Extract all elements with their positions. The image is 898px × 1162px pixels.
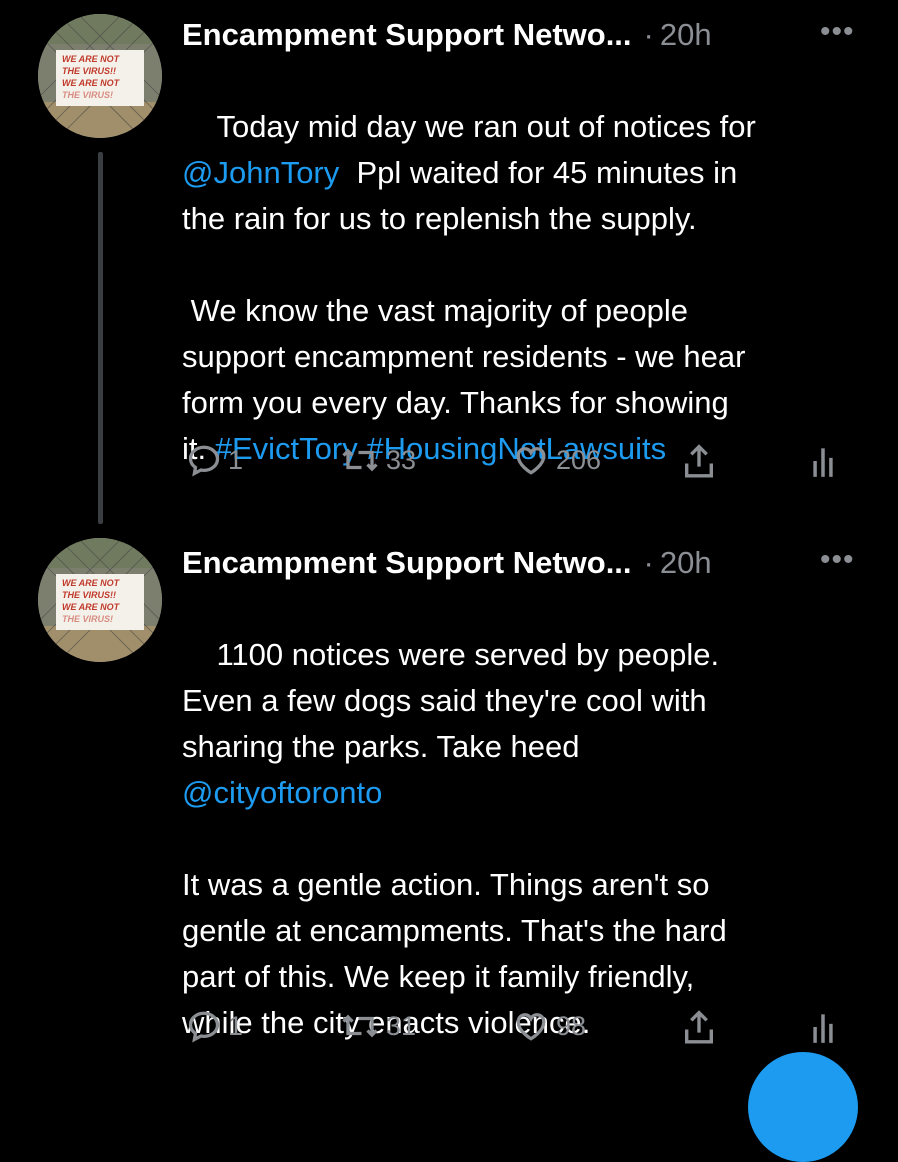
svg-text:WE ARE NOT: WE ARE NOT xyxy=(62,54,121,64)
like-icon xyxy=(516,1013,546,1041)
share-icon xyxy=(685,444,713,478)
text-segment: 1100 notices were served by people. Even… xyxy=(182,637,720,764)
svg-text:THE VIRUS!!: THE VIRUS!! xyxy=(62,590,116,600)
mention-link[interactable]: @JohnTory xyxy=(182,155,339,190)
share-button[interactable] xyxy=(680,442,718,482)
reply-icon xyxy=(188,1011,220,1043)
svg-text:THE VIRUS!: THE VIRUS! xyxy=(62,614,113,624)
retweet-button[interactable]: 33 xyxy=(340,442,416,478)
reply-button[interactable]: 1 xyxy=(186,442,243,478)
compose-tweet-button[interactable] xyxy=(748,1052,858,1162)
like-button[interactable]: 98 xyxy=(512,1008,586,1044)
analytics-button[interactable] xyxy=(808,442,838,480)
reply-count: 1 xyxy=(228,1010,244,1041)
avatar-image: WE ARE NOT THE VIRUS!! WE ARE NOT THE VI… xyxy=(38,538,162,662)
retweet-count: 33 xyxy=(386,444,417,475)
retweet-button[interactable]: 31 xyxy=(340,1008,416,1044)
share-button[interactable] xyxy=(680,1008,718,1048)
reply-count: 1 xyxy=(228,444,244,475)
avatar[interactable]: WE ARE NOT THE VIRUS!! WE ARE NOT THE VI… xyxy=(38,14,162,138)
retweet-count: 31 xyxy=(386,1010,417,1041)
like-count: 206 xyxy=(556,444,602,475)
tweet-actions: 1 31 98 xyxy=(0,1008,898,1052)
more-icon[interactable]: ••• xyxy=(820,17,855,47)
tweet-header: Encampment Support Netwo... · 20h xyxy=(182,16,712,54)
text-segment: Today mid day we ran out of notices for xyxy=(216,109,756,144)
author-name[interactable]: Encampment Support Netwo... xyxy=(182,16,632,54)
more-icon[interactable]: ••• xyxy=(820,545,855,575)
like-count: 98 xyxy=(556,1010,587,1041)
like-icon xyxy=(516,447,546,475)
retweet-icon xyxy=(342,1014,378,1038)
text-segment: Ppl waited for 45 minutes in the rain fo… xyxy=(182,155,746,466)
svg-text:THE VIRUS!: THE VIRUS! xyxy=(62,90,113,100)
svg-text:THE VIRUS!!: THE VIRUS!! xyxy=(62,66,116,76)
author-name[interactable]: Encampment Support Netwo... xyxy=(182,544,632,582)
separator-dot: · xyxy=(643,17,654,52)
retweet-icon xyxy=(342,448,378,472)
svg-text:WE ARE NOT: WE ARE NOT xyxy=(62,578,121,588)
reply-button[interactable]: 1 xyxy=(186,1008,243,1044)
tweet-header: Encampment Support Netwo... · 20h xyxy=(182,544,712,582)
analytics-icon xyxy=(813,448,833,477)
mention-link[interactable]: @cityoftoronto xyxy=(182,775,382,810)
avatar[interactable]: WE ARE NOT THE VIRUS!! WE ARE NOT THE VI… xyxy=(38,538,162,662)
svg-text:WE ARE NOT: WE ARE NOT xyxy=(62,78,121,88)
separator-dot: · xyxy=(643,545,654,580)
timestamp[interactable]: 20h xyxy=(660,16,712,54)
share-icon xyxy=(685,1010,713,1044)
like-button[interactable]: 206 xyxy=(512,442,601,478)
tweet-actions: 1 33 206 xyxy=(0,442,898,486)
avatar-image: WE ARE NOT THE VIRUS!! WE ARE NOT THE VI… xyxy=(38,14,162,138)
analytics-icon xyxy=(813,1014,833,1043)
reply-icon xyxy=(188,445,220,477)
timestamp[interactable]: 20h xyxy=(660,544,712,582)
analytics-button[interactable] xyxy=(808,1008,838,1046)
svg-text:WE ARE NOT: WE ARE NOT xyxy=(62,602,121,612)
